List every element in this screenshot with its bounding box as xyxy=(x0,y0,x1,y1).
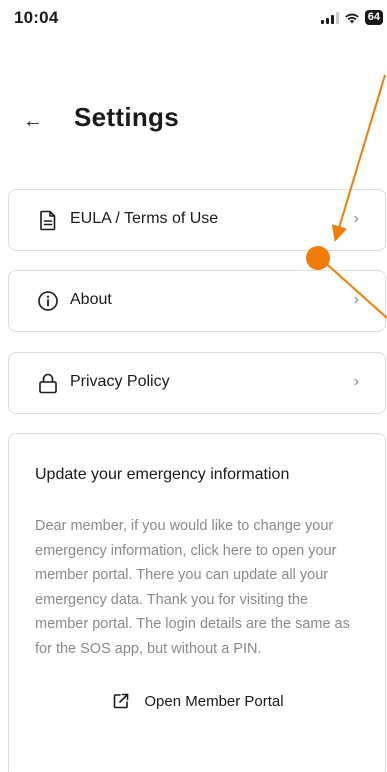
lock-icon xyxy=(39,373,57,394)
emergency-info-card: Update your emergency information Dear m… xyxy=(8,433,386,772)
settings-item-about[interactable]: About › xyxy=(8,270,386,332)
card-title: Update your emergency information xyxy=(35,466,290,483)
page-header: ← Settings xyxy=(0,100,387,144)
document-icon xyxy=(40,210,56,231)
chevron-right-icon: › xyxy=(353,291,359,308)
signal-icon xyxy=(320,11,339,24)
card-body-text: Dear member, if you would like to change… xyxy=(35,518,350,657)
open-member-portal-link[interactable]: Open Member Portal xyxy=(9,686,387,716)
settings-item-privacy-policy[interactable]: Privacy Policy › xyxy=(8,352,386,414)
page-title: Settings xyxy=(74,102,179,132)
settings-item-label: EULA / Terms of Use xyxy=(70,210,219,227)
status-icons: 64 xyxy=(320,10,383,25)
settings-item-eula[interactable]: EULA / Terms of Use › xyxy=(8,189,386,251)
battery-indicator: 64 xyxy=(364,10,383,25)
settings-item-label: About xyxy=(70,291,112,308)
settings-item-label: Privacy Policy xyxy=(70,373,170,390)
status-time: 10:04 xyxy=(14,8,59,27)
wifi-icon xyxy=(345,13,359,23)
open-member-portal-label: Open Member Portal xyxy=(144,692,284,710)
chevron-right-icon: › xyxy=(353,210,359,227)
arrow-left-icon: ← xyxy=(23,110,43,132)
external-link-icon xyxy=(114,693,129,709)
chevron-right-icon: › xyxy=(353,373,359,390)
status-bar: 10:04 64 xyxy=(0,0,387,44)
info-icon xyxy=(38,291,58,311)
back-button[interactable]: ← xyxy=(18,106,48,136)
